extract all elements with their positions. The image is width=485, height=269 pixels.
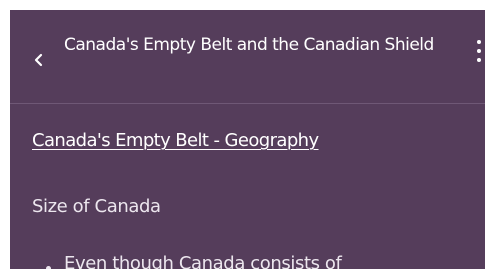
more-options-button[interactable] xyxy=(472,38,485,66)
back-button[interactable] xyxy=(32,50,46,70)
top-bar: Canada's Empty Belt and the Canadian Shi… xyxy=(10,10,485,103)
page-title: Canada's Empty Belt and the Canadian Shi… xyxy=(64,35,434,55)
more-vertical-icon xyxy=(477,40,481,44)
app-screen: Canada's Empty Belt and the Canadian Shi… xyxy=(10,10,485,269)
more-vertical-icon-dot xyxy=(477,49,481,53)
section-link[interactable]: Canada's Empty Belt - Geography xyxy=(32,129,319,153)
header-divider xyxy=(10,103,485,104)
bullet-item: Even though Canada consists of xyxy=(64,253,342,269)
section-subheading: Size of Canada xyxy=(32,196,161,217)
more-vertical-icon-dot xyxy=(477,58,481,62)
chevron-left-icon xyxy=(34,53,43,67)
